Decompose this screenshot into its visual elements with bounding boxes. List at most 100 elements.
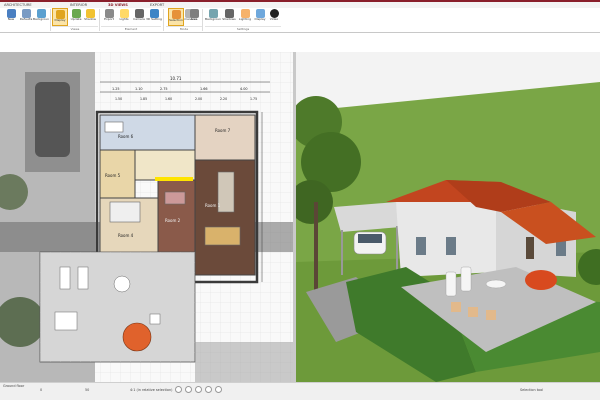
separator — [202, 9, 203, 31]
3d-settings-button[interactable]: 3D Settings — [146, 8, 162, 26]
dimension-label: 1.66 — [200, 87, 208, 91]
bathtub-symbol[interactable] — [104, 121, 124, 133]
tab-architecture[interactable]: ARCHITECTURE — [4, 3, 32, 7]
display-all-button[interactable]: Display — [52, 8, 68, 26]
tab-export[interactable]: EXPORT — [150, 3, 164, 7]
hallway[interactable] — [134, 149, 196, 181]
selected-wall[interactable] — [155, 177, 193, 181]
3d-scene[interactable] — [296, 52, 600, 382]
dimension-label: 1.85 — [140, 97, 147, 101]
zoom-in-button[interactable] — [175, 386, 182, 393]
play-icon — [269, 9, 279, 18]
dimension-label: 1.60 — [165, 97, 172, 101]
dimension-label: 4.00 — [240, 87, 248, 91]
file-icon — [6, 9, 16, 18]
ribbon-toolbar: New Defaults Background image Display Up… — [0, 8, 600, 33]
separator — [99, 9, 100, 31]
dimension-label: 2.00 — [195, 97, 202, 101]
selection-button[interactable]: Selection — [168, 8, 184, 26]
room-label: Room 7 — [215, 128, 231, 133]
shadow-icon — [224, 9, 234, 18]
chair-symbol[interactable] — [149, 313, 161, 325]
sun-lounger-symbol[interactable] — [59, 266, 71, 290]
tab-strip: ARCHITECTURE INTERIOR 3D VIEWS EXPORT — [0, 0, 600, 8]
room-label: Room 1 — [205, 203, 221, 208]
settings-icon — [21, 9, 31, 18]
floor-plan-canvas[interactable]: 10.71 1.25 1.10 2.75 1.66 4.00 1.50 1.85… — [0, 52, 293, 382]
camera-icon — [134, 9, 144, 18]
zoom-value[interactable]: 50 — [85, 388, 89, 392]
room-label: Room 5 — [105, 173, 121, 178]
background-image-button[interactable]: Background image — [33, 8, 49, 26]
group-label-views: Views — [52, 26, 98, 31]
image-icon — [36, 9, 46, 18]
area-icon — [189, 9, 199, 18]
monitor-icon — [255, 9, 265, 18]
shadows-button[interactable]: Shadows — [221, 8, 237, 26]
status-hint: 4:1 (in relative selection) — [130, 388, 173, 392]
background-button[interactable]: Background — [205, 8, 221, 26]
chair-symbol[interactable] — [54, 311, 78, 331]
separator — [50, 9, 51, 31]
floor-plan-view[interactable]: 10.71 1.25 1.10 2.75 1.66 4.00 1.50 1.85… — [0, 52, 293, 382]
floor-label: Ground floor — [3, 384, 25, 388]
floor-value[interactable]: 0 — [40, 388, 42, 392]
active-tool-label: Selection tool — [520, 388, 544, 392]
umbrella — [525, 270, 557, 290]
cursor-icon — [171, 10, 181, 19]
pan-button[interactable] — [205, 386, 212, 393]
eye-icon — [55, 10, 65, 19]
room-label: Room 6 — [118, 134, 134, 139]
separator — [163, 9, 164, 31]
lights-button[interactable]: Lights — [116, 8, 132, 26]
sun-icon — [85, 9, 95, 18]
bulb-icon — [119, 9, 129, 18]
landscape-icon — [208, 9, 218, 18]
export-button[interactable]: Export — [101, 8, 117, 26]
canvas-top-margin — [0, 33, 600, 52]
tab-interior[interactable]: INTERIOR — [70, 3, 87, 7]
sun-lounger-symbol[interactable] — [77, 266, 89, 290]
tab-3d-views[interactable]: 3D VIEWS — [108, 3, 128, 7]
group-label-settings: Settings — [205, 26, 281, 31]
kitchen-counter-symbol[interactable] — [217, 171, 235, 213]
zoom-out-button[interactable] — [185, 386, 192, 393]
dimension-label: 1.75 — [250, 97, 257, 101]
group-label-mode: Mode — [166, 26, 202, 31]
status-bar: Ground floor 0 50 4:1 (in relative selec… — [0, 382, 600, 400]
room-6[interactable] — [99, 114, 196, 151]
room-label: Room 4 — [118, 233, 134, 238]
room-2[interactable] — [157, 179, 196, 254]
export-icon — [104, 9, 114, 18]
round-table-symbol[interactable] — [113, 275, 131, 293]
3d-view[interactable] — [296, 52, 600, 382]
dining-table-symbol[interactable] — [204, 226, 241, 246]
defaults-button[interactable]: Defaults — [18, 8, 34, 26]
car — [353, 231, 387, 255]
dimension-label: 1.10 — [135, 87, 143, 91]
video-button[interactable]: Video — [266, 8, 282, 26]
area-button[interactable]: Area — [186, 8, 202, 26]
bed-symbol[interactable] — [109, 201, 141, 223]
refresh-icon — [71, 9, 81, 18]
shadow-button[interactable]: Shadow — [82, 8, 98, 26]
car-top-view — [35, 82, 70, 157]
rotate-button[interactable] — [215, 386, 222, 393]
camera-3d-button[interactable]: Camera — [131, 8, 147, 26]
light-icon — [240, 9, 250, 18]
dimension-total: 10.71 — [170, 76, 182, 81]
new-project-button[interactable]: New — [3, 8, 19, 26]
dimension-label: 2.75 — [160, 87, 168, 91]
room-7[interactable] — [194, 114, 256, 161]
cube-icon — [149, 9, 159, 18]
group-label-element: Element — [101, 26, 161, 31]
room-label: Room 2 — [165, 218, 181, 223]
terrace-area[interactable] — [39, 251, 196, 363]
sofa-symbol[interactable] — [164, 191, 186, 205]
dimension-label: 2.20 — [220, 97, 227, 101]
lighting-button[interactable]: Lighting — [237, 8, 253, 26]
dimension-label: 1.50 — [115, 97, 122, 101]
umbrella-symbol[interactable] — [122, 322, 152, 352]
dimension-label: 1.25 — [112, 87, 120, 91]
zoom-fit-button[interactable] — [195, 386, 202, 393]
